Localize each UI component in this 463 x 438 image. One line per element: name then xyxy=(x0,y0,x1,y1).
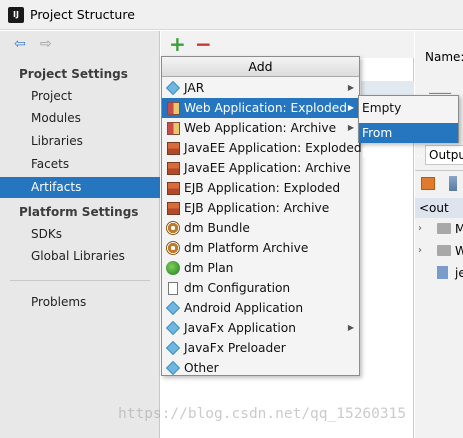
menu-item-javafx-preloader[interactable]: JavaFx Preloader xyxy=(162,338,359,358)
menu-item-label: dm Bundle xyxy=(184,221,250,235)
menu-item-label: dm Configuration xyxy=(184,281,291,295)
name-label: Name: xyxy=(425,50,463,64)
menu-item-label: JavaEE Application: Archive xyxy=(184,161,351,175)
title-bar: IJ Project Structure xyxy=(0,0,463,30)
tree-row-label: W xyxy=(455,244,463,258)
javaee-app-icon xyxy=(166,161,180,175)
menu-item-javafx-application[interactable]: JavaFx Application ▶ xyxy=(162,318,359,338)
menu-item-dm-platform-archive[interactable]: dm Platform Archive xyxy=(162,238,359,258)
panel-divider xyxy=(415,170,463,171)
tree-row-label: M xyxy=(455,222,463,236)
menu-item-dm-bundle[interactable]: dm Bundle xyxy=(162,218,359,238)
remove-icon[interactable]: − xyxy=(195,31,212,58)
menu-item-jar[interactable]: JAR ▶ xyxy=(162,78,359,98)
submenu-arrow-icon: ▶ xyxy=(347,83,354,92)
folder-icon xyxy=(437,245,451,256)
tab-output-layout[interactable]: Outpu xyxy=(425,145,463,165)
menu-item-android-application[interactable]: Android Application xyxy=(162,298,359,318)
jar-icon xyxy=(437,266,448,279)
android-diamond-icon xyxy=(165,300,181,316)
web-exploded-submenu: Empty From Modules... xyxy=(358,95,459,160)
menu-item-ejb-application-exploded[interactable]: EJB Application: Exploded xyxy=(162,178,359,198)
other-diamond-icon xyxy=(165,360,181,376)
folder-icon xyxy=(437,223,451,234)
tree-row[interactable]: je xyxy=(415,262,463,284)
platform-settings-title: Platform Settings xyxy=(19,205,139,219)
arrow-left-icon[interactable]: ⇦ xyxy=(14,36,26,52)
document-icon xyxy=(166,281,180,295)
menu-item-label: JavaEE Application: Exploded xyxy=(184,141,362,155)
sidebar: ⇦ ⇨ Project Settings Project Modules Lib… xyxy=(0,31,160,438)
ejb-app-icon xyxy=(166,181,180,195)
sidebar-item-global-libraries[interactable]: Global Libraries xyxy=(0,246,160,267)
watermark: https://blog.csdn.net/qq_15260315 xyxy=(118,406,407,422)
menu-item-label: Android Application xyxy=(184,301,304,315)
sidebar-divider xyxy=(10,280,150,281)
bars-icon[interactable] xyxy=(449,176,457,191)
menu-item-label: JavaFx Application xyxy=(184,321,296,335)
menu-item-dm-plan[interactable]: dm Plan xyxy=(162,258,359,278)
menu-item-ejb-application-archive[interactable]: EJB Application: Archive xyxy=(162,198,359,218)
ejb-app-icon xyxy=(166,201,180,215)
submenu-item-from-modules[interactable]: From Modules... xyxy=(359,123,458,160)
artifact-details-panel: Name: ‾‾‾‾ Outpu <out › M › W je xyxy=(415,31,463,438)
sidebar-item-sdks[interactable]: SDKs xyxy=(0,224,160,245)
dm-bundle-icon xyxy=(166,221,180,235)
menu-item-label: Other xyxy=(184,361,219,375)
menu-item-dm-configuration[interactable]: dm Configuration xyxy=(162,278,359,298)
intellij-logo-icon: IJ xyxy=(8,7,24,23)
menu-item-label: JavaFx Preloader xyxy=(184,341,286,355)
sidebar-item-facets[interactable]: Facets xyxy=(0,154,160,175)
menu-item-label: dm Plan xyxy=(184,261,234,275)
dm-archive-icon xyxy=(166,241,180,255)
nav-toolbar: ⇦ ⇨ xyxy=(0,31,160,59)
arrow-right-icon[interactable]: ⇨ xyxy=(40,36,52,52)
add-menu-header: Add xyxy=(162,57,359,77)
jar-diamond-icon xyxy=(165,80,181,96)
menu-item-label: Web Application: Archive xyxy=(184,121,337,135)
sidebar-item-modules[interactable]: Modules xyxy=(0,108,160,129)
submenu-item-empty[interactable]: Empty xyxy=(359,98,458,118)
menu-item-javaee-application-exploded[interactable]: JavaEE Application: Exploded xyxy=(162,138,362,158)
menu-item-web-application-exploded[interactable]: Web Application: Exploded ▶ xyxy=(162,98,359,118)
menu-item-other[interactable]: Other xyxy=(162,358,359,378)
window-title: Project Structure xyxy=(30,7,135,22)
javafx-diamond-icon xyxy=(165,340,181,356)
chevron-right-icon[interactable]: › xyxy=(418,240,422,262)
tree-row-label: je xyxy=(455,266,463,280)
web-app-icon xyxy=(166,121,180,135)
tree-row[interactable]: › W xyxy=(415,240,463,262)
menu-item-javaee-application-archive[interactable]: JavaEE Application: Archive xyxy=(162,158,359,178)
add-artifact-menu: Add JAR ▶ Web Application: Exploded ▶ We… xyxy=(161,56,362,378)
artifacts-toolbar: + − xyxy=(161,31,414,58)
javafx-diamond-icon xyxy=(165,320,181,336)
web-app-icon xyxy=(166,101,180,115)
sidebar-item-artifacts[interactable]: Artifacts xyxy=(0,177,160,198)
tree-root-label: <out xyxy=(419,201,449,215)
submenu-arrow-icon: ▶ xyxy=(347,323,354,332)
menu-item-label: JAR xyxy=(184,81,205,95)
javaee-app-icon xyxy=(166,141,180,155)
dm-plan-icon xyxy=(166,261,180,275)
menu-item-label: EJB Application: Exploded xyxy=(184,181,341,195)
sidebar-item-problems[interactable]: Problems xyxy=(0,292,160,313)
menu-item-label: EJB Application: Archive xyxy=(184,201,330,215)
project-settings-title: Project Settings xyxy=(19,67,128,81)
sidebar-item-project[interactable]: Project xyxy=(0,86,160,107)
sidebar-item-libraries[interactable]: Libraries xyxy=(0,131,160,152)
output-root-node[interactable]: <out xyxy=(415,198,463,218)
submenu-arrow-icon: ▶ xyxy=(347,123,354,132)
new-folder-icon[interactable] xyxy=(421,177,435,190)
layout-toolbar xyxy=(415,172,463,196)
tree-row[interactable]: › M xyxy=(415,218,463,240)
menu-item-web-application-archive[interactable]: Web Application: Archive ▶ xyxy=(162,118,359,138)
submenu-arrow-icon: ▶ xyxy=(347,103,354,112)
chevron-right-icon[interactable]: › xyxy=(418,218,422,240)
menu-item-label: dm Platform Archive xyxy=(184,241,309,255)
add-icon[interactable]: + xyxy=(169,31,186,58)
menu-item-label: Web Application: Exploded xyxy=(184,101,347,115)
